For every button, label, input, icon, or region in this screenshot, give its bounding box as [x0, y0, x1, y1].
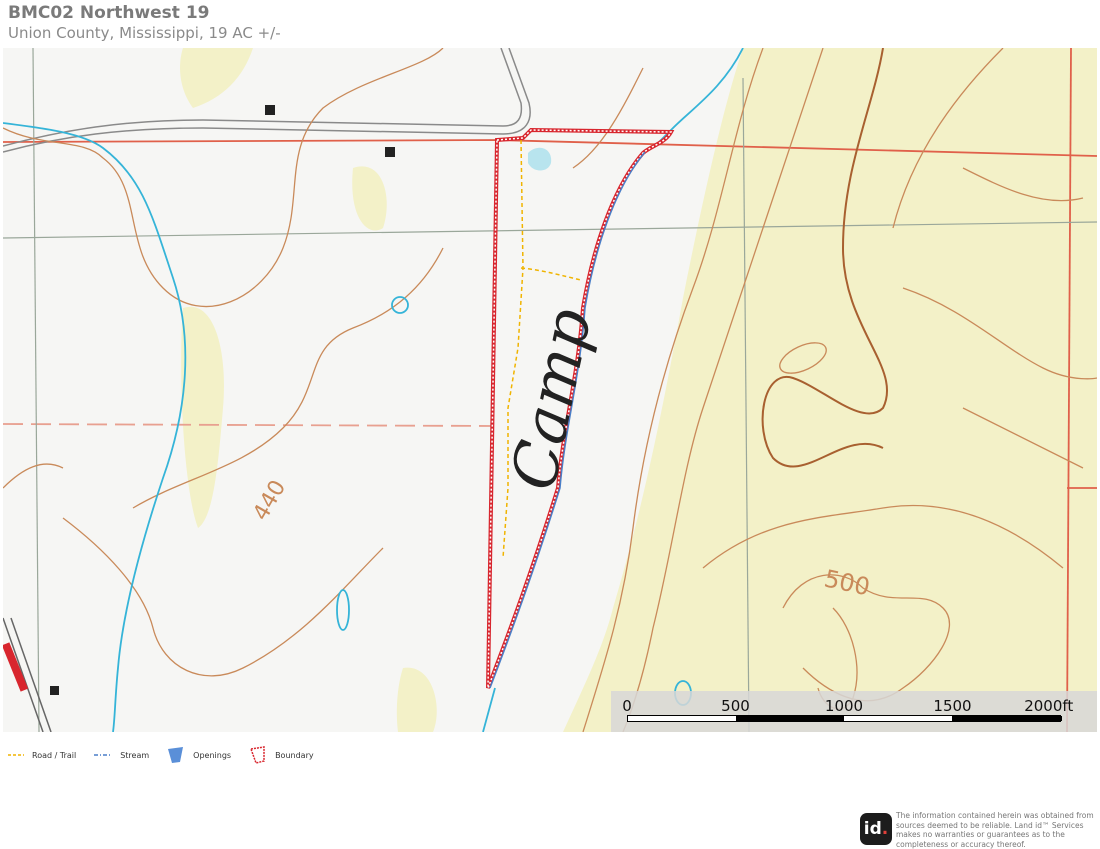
legend-item-stream: Stream [94, 750, 149, 760]
map-legend: Road / Trail Stream Openings Boundary [8, 745, 332, 765]
woodland-area [396, 667, 437, 732]
scale-segment [952, 716, 1062, 721]
legend-label: Road / Trail [32, 750, 77, 760]
topo-map[interactable]: Camp 440 500 [3, 48, 1097, 732]
land-id-logo: id. [860, 813, 892, 845]
scale-label: 2000ft [1024, 697, 1074, 715]
footer: id. The information contained herein was… [860, 811, 1096, 849]
dashed-line-icon [8, 754, 24, 756]
legend-label: Boundary [275, 750, 314, 760]
legend-label: Openings [193, 750, 232, 760]
scale-label: 0 [622, 697, 632, 715]
scale-label: 1000 [824, 697, 864, 715]
place-label-camp: Camp [496, 302, 605, 496]
railroad-segment [3, 642, 29, 692]
disclaimer: The information contained herein was obt… [896, 811, 1094, 849]
legend-item-openings: Openings [167, 746, 231, 764]
map-subtitle: Union County, Mississippi, 19 AC +/- [8, 24, 281, 42]
map-title: BMC02 Northwest 19 [8, 3, 210, 23]
woodland-area [352, 166, 387, 231]
pond [528, 147, 552, 171]
polygon-fill-icon [168, 747, 184, 763]
scale-track [627, 715, 1062, 722]
contour-label: 440 [249, 476, 292, 525]
woodland-area [181, 306, 224, 528]
road [3, 48, 531, 732]
legend-label: Stream [120, 750, 150, 760]
woodland-area [180, 48, 253, 108]
legend-item-road-trail: Road / Trail [8, 750, 76, 760]
dash-dot-line-icon [94, 754, 113, 756]
map-canvas: Camp 440 500 [3, 48, 1097, 732]
legend-item-boundary: Boundary [249, 746, 314, 764]
polygon-outline-icon [250, 746, 265, 764]
scale-label: 1500 [933, 697, 972, 715]
scale-segment [736, 716, 844, 721]
scale-bar: 0 500 1000 1500 2000ft [611, 691, 1097, 732]
scale-label: 500 [721, 697, 750, 715]
